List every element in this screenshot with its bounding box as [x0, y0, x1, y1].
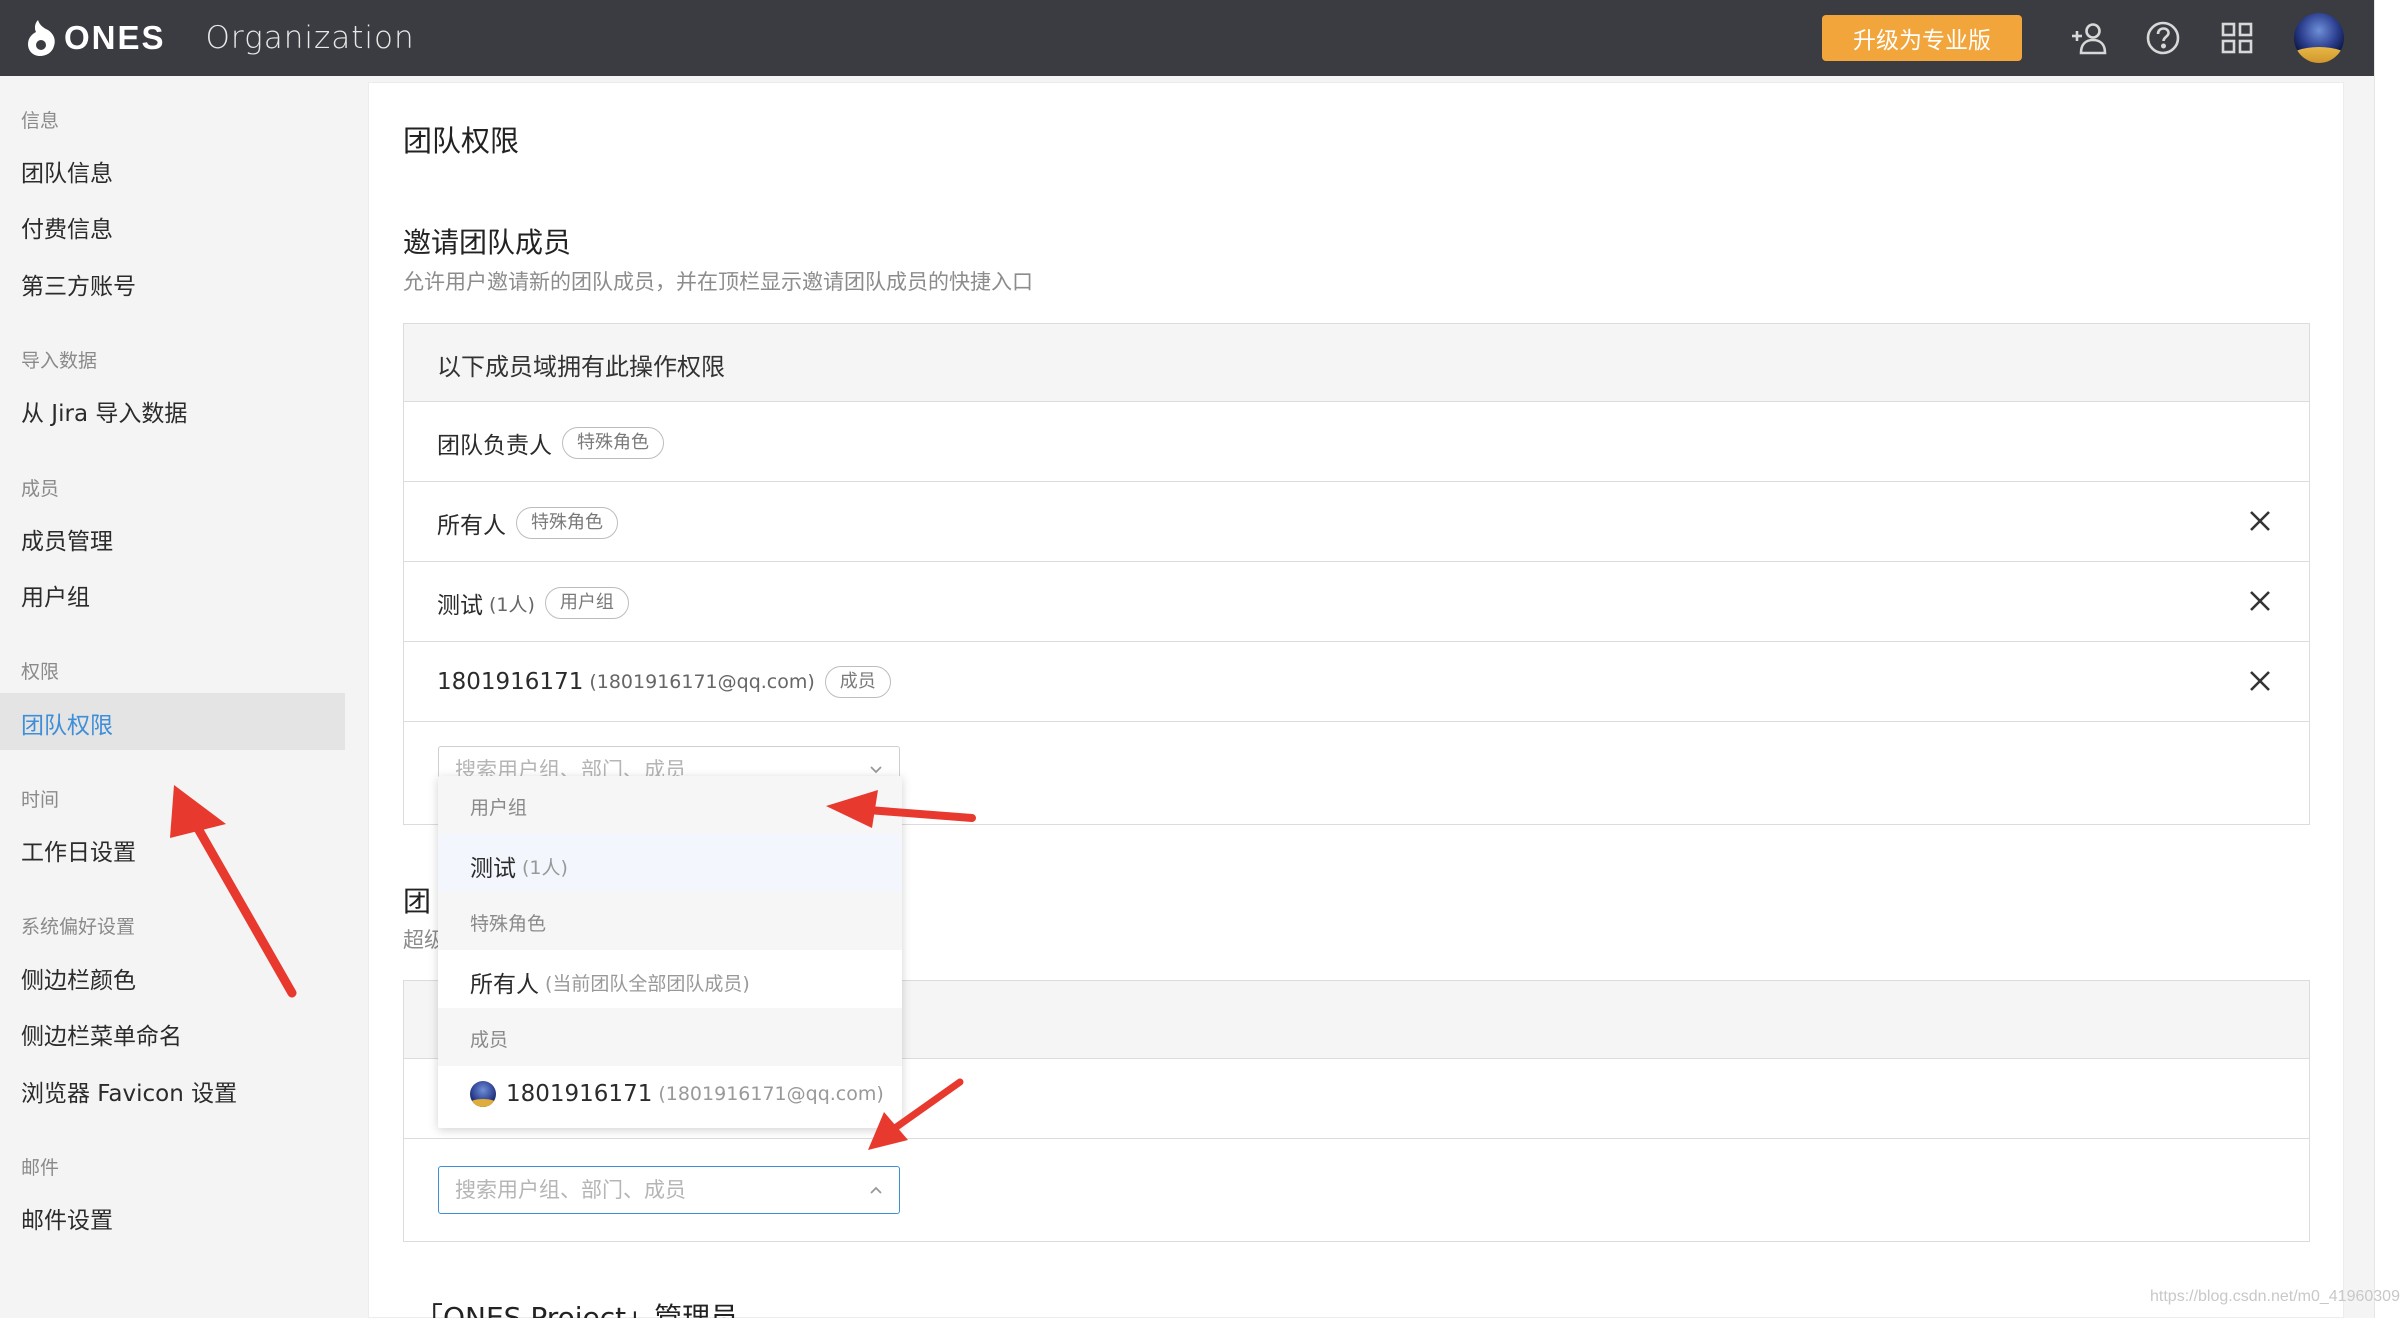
sidebar-item-third-party[interactable]: 第三方账号 — [21, 267, 136, 301]
row-name: 测试 — [437, 593, 483, 619]
member-dropdown: 用户组 测试 (1人) 特殊角色 所有人 (当前团队全部团队成员) 成员 180… — [438, 776, 902, 1128]
apps-grid-icon[interactable] — [2214, 15, 2260, 61]
remove-icon[interactable] — [2245, 666, 2275, 696]
top-bar: ONES Organization 升级为专业版 — [0, 0, 2374, 76]
help-icon[interactable] — [2140, 15, 2186, 61]
watermark: https://blog.csdn.net/m0_41960309 — [2150, 1288, 2400, 1305]
section3-title: 「ONES Project」管理员 — [415, 1301, 739, 1318]
logo-text: ONES — [64, 19, 166, 56]
window-edge — [2374, 0, 2406, 1318]
invite-section-description: 允许用户邀请新的团队成员，并在顶栏显示邀请团队成员的快捷入口 — [403, 270, 1033, 294]
dropdown-group-header: 成员 — [438, 1008, 902, 1066]
dropdown-group-title: 特殊角色 — [470, 913, 547, 935]
chevron-up-icon — [870, 1186, 882, 1194]
row-name: 团队负责人 — [437, 433, 552, 459]
sidebar-item-jira-import[interactable]: 从 Jira 导入数据 — [21, 394, 187, 428]
role-tag: 成员 — [824, 666, 891, 698]
sidebar-item-team-permissions[interactable]: 团队权限 — [21, 706, 113, 740]
search-placeholder: 搜索用户组、部门、成员 — [455, 1178, 686, 1202]
role-tag: 特殊角色 — [516, 507, 618, 539]
invite-section-title: 邀请团队成员 — [403, 226, 572, 259]
sidebar-item-billing[interactable]: 付费信息 — [21, 210, 113, 244]
table-row: 1801916171 (1801916171@qq.com) 成员 — [404, 642, 2309, 722]
section2-search-select[interactable]: 搜索用户组、部门、成员 — [438, 1166, 900, 1214]
remove-icon[interactable] — [2245, 506, 2275, 536]
sidebar-group-members: 成员 — [21, 478, 60, 500]
sidebar-group-preferences: 系统偏好设置 — [21, 916, 136, 938]
org-title: Organization — [205, 20, 415, 56]
chevron-down-icon — [870, 766, 882, 774]
remove-icon[interactable] — [2245, 586, 2275, 616]
sidebar-item-team-info[interactable]: 团队信息 — [21, 154, 113, 188]
sidebar: 信息 团队信息 付费信息 第三方账号 导入数据 从 Jira 导入数据 成员 成… — [0, 76, 345, 1318]
upgrade-button[interactable]: 升级为专业版 — [1822, 15, 2022, 61]
sidebar-group-permissions: 权限 — [21, 661, 60, 683]
sidebar-group-time: 时间 — [21, 789, 60, 811]
dropdown-group-header: 特殊角色 — [438, 892, 902, 950]
page-title: 团队权限 — [403, 124, 520, 158]
ones-logo-icon — [28, 20, 55, 56]
option-hint: (1人) — [522, 856, 568, 879]
section2-title: 团 — [403, 885, 432, 918]
role-tag: 用户组 — [544, 587, 629, 619]
option-label: 1801916171 — [506, 1081, 653, 1107]
dropdown-group-title: 用户组 — [470, 797, 528, 819]
row-name: 所有人 — [437, 513, 506, 539]
dropdown-option[interactable]: 1801916171 (1801916171@qq.com) — [438, 1066, 902, 1124]
sidebar-item-sidebar-menu-name[interactable]: 侧边栏菜单命名 — [21, 1017, 182, 1051]
row-name: 1801916171 — [437, 669, 584, 695]
add-user-icon[interactable] — [2066, 15, 2112, 61]
sidebar-item-mail-settings[interactable]: 邮件设置 — [21, 1201, 113, 1235]
logo[interactable]: ONES — [26, 18, 166, 58]
table-row: 测试 (1人) 用户组 — [404, 562, 2309, 642]
row-sub: (1801916171@qq.com) — [589, 671, 815, 693]
role-tag: 特殊角色 — [562, 427, 664, 459]
sidebar-item-sidebar-color[interactable]: 侧边栏颜色 — [21, 961, 136, 995]
sidebar-item-member-management[interactable]: 成员管理 — [21, 522, 113, 556]
table-row: 所有人 特殊角色 — [404, 482, 2309, 562]
sidebar-item-workday[interactable]: 工作日设置 — [21, 833, 136, 867]
option-label: 测试 — [470, 856, 516, 882]
sidebar-item-favicon[interactable]: 浏览器 Favicon 设置 — [21, 1074, 237, 1108]
table-header-label: 以下成员域拥有此操作权限 — [437, 353, 725, 381]
option-label: 所有人 — [470, 972, 539, 998]
sidebar-group-mail: 邮件 — [21, 1157, 60, 1179]
dropdown-group-header: 用户组 — [438, 776, 902, 834]
table-header: 以下成员域拥有此操作权限 — [404, 324, 2309, 402]
sidebar-item-user-groups[interactable]: 用户组 — [21, 578, 90, 612]
option-hint: (当前团队全部团队成员) — [545, 972, 750, 995]
table-row: 团队负责人 特殊角色 — [404, 402, 2309, 482]
sidebar-group-import: 导入数据 — [21, 350, 98, 372]
sidebar-group-info: 信息 — [21, 110, 60, 132]
dropdown-option[interactable]: 所有人 (当前团队全部团队成员) — [438, 950, 902, 1008]
member-avatar — [470, 1081, 496, 1107]
dropdown-group-title: 成员 — [470, 1029, 509, 1051]
dropdown-option[interactable]: 测试 (1人) — [438, 834, 902, 892]
row-sub: (1人) — [489, 593, 535, 616]
option-hint: (1801916171@qq.com) — [658, 1083, 884, 1105]
user-avatar[interactable] — [2294, 13, 2344, 63]
